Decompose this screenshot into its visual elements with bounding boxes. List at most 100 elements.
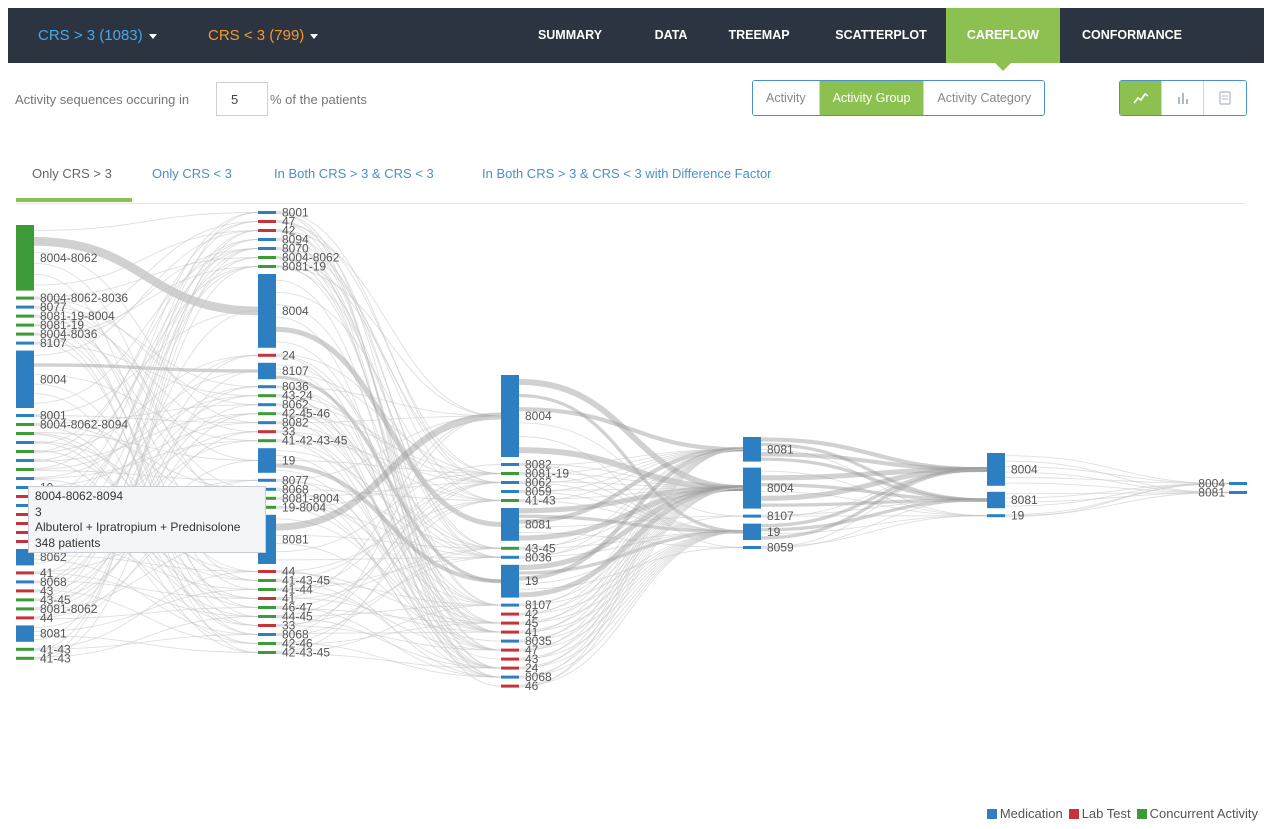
flow-node[interactable] — [501, 612, 519, 616]
flow-node[interactable] — [16, 296, 34, 300]
table-view-button[interactable] — [1204, 81, 1246, 115]
flow-node[interactable] — [16, 589, 34, 593]
flow-node[interactable] — [258, 362, 276, 380]
flow-node[interactable] — [501, 472, 519, 475]
flow-node[interactable] — [258, 403, 276, 407]
flow-node[interactable] — [501, 463, 519, 466]
flow-node[interactable] — [16, 625, 34, 642]
flow-node[interactable] — [16, 450, 34, 453]
flow-node[interactable] — [258, 220, 276, 223]
flow-node[interactable] — [258, 570, 276, 573]
flow-node[interactable] — [501, 508, 519, 541]
flow-node[interactable] — [743, 467, 761, 509]
flow-node[interactable] — [258, 229, 276, 232]
flow-node[interactable] — [258, 588, 276, 591]
cohort-primary-dropdown[interactable]: CRS > 3 (1083) — [38, 8, 157, 63]
flow-node[interactable] — [16, 350, 34, 408]
flow-node[interactable] — [16, 647, 34, 651]
flow-node[interactable] — [258, 256, 276, 259]
flow-node[interactable] — [258, 274, 276, 348]
flow-node[interactable] — [258, 448, 276, 473]
flow-node[interactable] — [743, 514, 761, 518]
flow-node[interactable] — [258, 394, 276, 398]
flow-node[interactable] — [501, 564, 519, 598]
flow-node[interactable] — [501, 684, 519, 688]
flow-node[interactable] — [743, 523, 761, 540]
flow-node[interactable] — [16, 571, 34, 575]
flow-node[interactable] — [16, 323, 34, 327]
flow-node[interactable] — [258, 642, 276, 645]
flow-node[interactable] — [501, 657, 519, 661]
flow-node[interactable] — [16, 432, 34, 435]
tab-treemap[interactable]: TREEMAP — [714, 8, 804, 63]
flow-node[interactable] — [1229, 482, 1247, 485]
flow-node[interactable] — [16, 341, 34, 345]
flow-node[interactable] — [501, 490, 519, 493]
flow-node[interactable] — [258, 385, 276, 389]
flow-node[interactable] — [258, 624, 276, 627]
flow-node[interactable] — [501, 666, 519, 670]
flow-node[interactable] — [501, 675, 519, 679]
flow-node[interactable] — [258, 597, 276, 600]
tab-careflow[interactable]: CAREFLOW — [946, 8, 1060, 71]
flow-node[interactable] — [16, 656, 34, 660]
tab-scatterplot[interactable]: SCATTERPLOT — [818, 8, 944, 63]
flow-node[interactable] — [258, 439, 276, 443]
flow-node[interactable] — [16, 414, 34, 417]
flow-node[interactable] — [501, 648, 519, 652]
flow-node[interactable] — [16, 616, 34, 620]
flow-node[interactable] — [16, 305, 34, 309]
flow-node[interactable] — [258, 238, 276, 241]
flow-node[interactable] — [258, 353, 276, 357]
flow-node[interactable] — [501, 630, 519, 634]
flow-node[interactable] — [501, 555, 519, 559]
flow-node[interactable] — [16, 459, 34, 462]
flow-node[interactable] — [501, 481, 519, 484]
flow-node[interactable] — [501, 499, 519, 502]
flow-node[interactable] — [987, 514, 1005, 518]
flow-node[interactable] — [16, 580, 34, 584]
flow-node[interactable] — [501, 546, 519, 550]
flow-node[interactable] — [258, 211, 276, 214]
cohort-secondary-dropdown[interactable]: CRS < 3 (799) — [208, 8, 319, 63]
flow-node[interactable] — [501, 621, 519, 625]
flow-node[interactable] — [16, 477, 34, 480]
flow-node[interactable] — [16, 314, 34, 318]
flow-node[interactable] — [258, 651, 276, 654]
flow-node[interactable] — [743, 437, 761, 462]
flow-node[interactable] — [16, 468, 34, 471]
tab-summary[interactable]: SUMMARY — [522, 8, 618, 63]
flow-node[interactable] — [16, 423, 34, 426]
flow-node[interactable] — [16, 598, 34, 602]
threshold-percent-input[interactable] — [216, 82, 268, 116]
bar-view-button[interactable] — [1162, 81, 1204, 115]
flow-node[interactable] — [258, 265, 276, 268]
flow-node[interactable] — [743, 546, 761, 549]
flow-node[interactable] — [501, 375, 519, 457]
flow-node[interactable] — [258, 412, 276, 416]
subtab-only-crs-gt-3[interactable]: Only CRS > 3 — [32, 166, 112, 181]
flow-node[interactable] — [258, 633, 276, 636]
tab-conformance[interactable]: CONFORMANCE — [1068, 8, 1196, 63]
grouping-activity-button[interactable]: Activity — [753, 81, 820, 115]
flow-node[interactable] — [501, 603, 519, 607]
flow-node[interactable] — [16, 441, 34, 444]
flow-node[interactable] — [987, 491, 1005, 509]
careflow-view-button[interactable] — [1120, 81, 1162, 115]
flow-node[interactable] — [16, 225, 34, 291]
tab-data[interactable]: DATA — [640, 8, 702, 63]
flow-node[interactable] — [258, 247, 276, 250]
flow-node[interactable] — [258, 579, 276, 582]
flow-node[interactable] — [258, 421, 276, 425]
grouping-activity-group-button[interactable]: Activity Group — [819, 81, 925, 115]
flow-node[interactable] — [16, 332, 34, 336]
grouping-activity-category-button[interactable]: Activity Category — [924, 81, 1045, 115]
flow-node[interactable] — [1229, 491, 1247, 494]
flow-node[interactable] — [987, 453, 1005, 486]
flow-node[interactable] — [258, 478, 276, 482]
subtab-only-crs-lt-3[interactable]: Only CRS < 3 — [152, 166, 232, 181]
flow-node[interactable] — [258, 615, 276, 618]
subtab-both-difference[interactable]: In Both CRS > 3 & CRS < 3 with Differenc… — [482, 166, 772, 181]
flow-node[interactable] — [258, 606, 276, 609]
flow-node[interactable] — [501, 639, 519, 643]
